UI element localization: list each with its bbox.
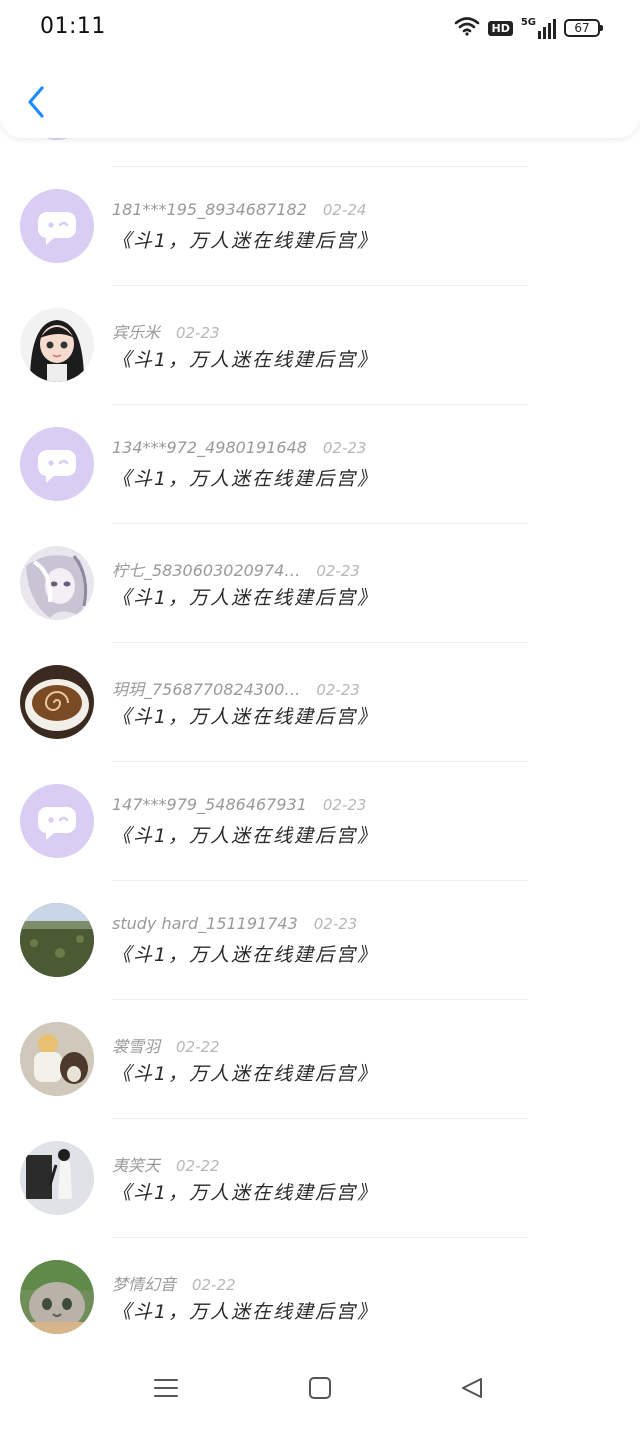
hd-badge: HD — [488, 20, 513, 36]
list-item[interactable]: 134***972_4980191648 02-23 《斗1，万人迷在线建后宫》 — [0, 404, 640, 523]
divider — [112, 285, 528, 286]
avatar[interactable] — [20, 903, 94, 977]
comment-meta: 柠七_5830603020974… 02-23 — [112, 557, 360, 581]
divider — [112, 880, 528, 881]
battery-icon: 67 — [564, 19, 603, 37]
avatar[interactable] — [20, 189, 94, 263]
comment-text: 《斗1，万人迷在线建后宫》 — [112, 587, 379, 609]
username: 夷笑天 — [112, 1156, 161, 1175]
signal-icon: 5G — [521, 17, 556, 39]
comment-meta: 夷笑天 02-22 — [112, 1152, 220, 1176]
back-button[interactable] — [18, 82, 54, 126]
square-icon — [308, 1376, 332, 1404]
comment-meta: 147***979_5486467931 02-23 — [112, 795, 366, 814]
comment-meta: 宾乐米 02-23 — [112, 319, 220, 343]
comment-date: 02-22 — [176, 1157, 220, 1175]
comment-date: 02-23 — [322, 796, 367, 814]
username: 134***972_4980191648 — [112, 438, 307, 457]
comment-date: 02-23 — [176, 324, 220, 342]
divider — [112, 1237, 528, 1238]
username: study hard_151191743 — [112, 914, 298, 933]
comment-date: 02-22 — [192, 1276, 236, 1294]
comment-text: 《斗1，万人迷在线建后宫》 — [112, 1301, 379, 1323]
list-item[interactable]: 玥玥_7568770824300… 02-23 《斗1，万人迷在线建后宫》 — [0, 642, 640, 761]
comment-meta: study hard_151191743 02-23 — [112, 914, 357, 933]
username: 玥玥_7568770824300… — [112, 680, 301, 699]
comment-meta: 梦情幻音 02-22 — [112, 1271, 236, 1295]
username: 147***979_5486467931 — [112, 795, 307, 814]
back-nav-button[interactable] — [447, 1365, 497, 1415]
comment-date: 02-23 — [316, 562, 360, 580]
avatar[interactable] — [20, 1141, 94, 1215]
divider — [112, 642, 528, 643]
comment-date: 02-23 — [322, 439, 367, 457]
comment-text: 《斗1，万人迷在线建后宫》 — [112, 706, 379, 728]
divider — [112, 761, 528, 762]
comment-text: 《斗1，万人迷在线建后宫》 — [112, 230, 379, 252]
system-nav-bar — [0, 1353, 640, 1433]
list-item[interactable]: 181***195_8934687182 02-24 《斗1，万人迷在线建后宫》 — [0, 166, 640, 285]
home-button[interactable] — [295, 1365, 345, 1415]
menu-icon — [153, 1377, 179, 1403]
comment-text: 《斗1，万人迷在线建后宫》 — [112, 349, 379, 371]
divider — [112, 999, 528, 1000]
comment-text: 《斗1，万人迷在线建后宫》 — [112, 825, 379, 847]
list-item[interactable]: study hard_151191743 02-23 《斗1，万人迷在线建后宫》 — [0, 880, 640, 999]
username: 宾乐米 — [112, 323, 161, 342]
status-bar: 01:11 HD 5G 67 — [0, 0, 640, 56]
username: 柠七_5830603020974… — [112, 561, 301, 580]
comment-text: 《斗1，万人迷在线建后宫》 — [112, 468, 379, 490]
avatar[interactable] — [20, 665, 94, 739]
status-time: 01:11 — [40, 14, 106, 39]
list-item[interactable]: 夷笑天 02-22 《斗1，万人迷在线建后宫》 — [0, 1118, 640, 1237]
list-item[interactable]: 宾乐米 02-23 《斗1，万人迷在线建后宫》 — [0, 285, 640, 404]
avatar[interactable] — [20, 1022, 94, 1096]
wifi-icon — [454, 16, 480, 40]
network-label: 5G — [520, 17, 536, 28]
comment-date: 02-24 — [322, 201, 367, 219]
comment-meta: 181***195_8934687182 02-24 — [112, 200, 366, 219]
comment-text: 《斗1，万人迷在线建后宫》 — [112, 1063, 379, 1085]
divider — [112, 166, 528, 167]
avatar[interactable] — [20, 784, 94, 858]
comment-date: 02-23 — [316, 681, 360, 699]
triangle-back-icon — [460, 1376, 484, 1404]
comment-text: 《斗1，万人迷在线建后宫》 — [112, 1182, 379, 1204]
divider — [112, 523, 528, 524]
username: 181***195_8934687182 — [112, 200, 307, 219]
avatar[interactable] — [20, 1260, 94, 1334]
avatar[interactable] — [20, 546, 94, 620]
comment-date: 02-23 — [313, 915, 358, 933]
comment-meta: 134***972_4980191648 02-23 — [112, 438, 366, 457]
avatar[interactable] — [20, 427, 94, 501]
comment-date: 02-22 — [176, 1038, 220, 1056]
divider — [112, 1118, 528, 1119]
menu-button[interactable] — [141, 1365, 191, 1415]
comment-meta: 裳雪羽 02-22 — [112, 1033, 220, 1057]
comment-text: 《斗1，万人迷在线建后宫》 — [112, 944, 379, 966]
list-item[interactable]: 梦情幻音 02-22 《斗1，万人迷在线建后宫》 — [0, 1237, 640, 1356]
avatar[interactable] — [20, 308, 94, 382]
comment-meta: 玥玥_7568770824300… 02-23 — [112, 676, 360, 700]
divider — [112, 404, 528, 405]
username: 梦情幻音 — [112, 1275, 177, 1294]
list-item[interactable]: 柠七_5830603020974… 02-23 《斗1，万人迷在线建后宫》 — [0, 523, 640, 642]
username: 裳雪羽 — [112, 1037, 161, 1056]
status-icons: HD 5G 67 — [454, 14, 603, 42]
list-item[interactable]: 147***979_5486467931 02-23 《斗1，万人迷在线建后宫》 — [0, 761, 640, 880]
list-item[interactable]: 裳雪羽 02-22 《斗1，万人迷在线建后宫》 — [0, 999, 640, 1118]
battery-level: 67 — [574, 21, 590, 35]
chevron-left-icon — [26, 85, 46, 123]
